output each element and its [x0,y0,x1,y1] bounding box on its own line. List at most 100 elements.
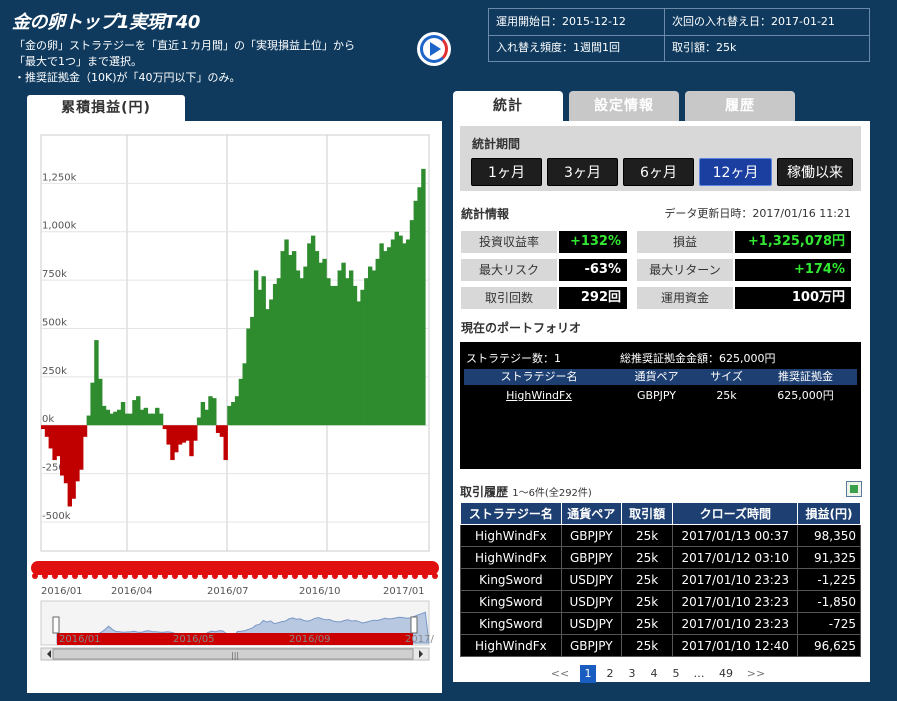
play-refresh-icon[interactable] [417,32,451,66]
table-row: HighWindFx GBPJPY 25k 2017/01/13 00:37 98,35… [460,524,861,547]
pl-bar [242,363,247,426]
trade-marker [32,573,38,579]
col-pl: 損益(円) [797,502,861,525]
trade-marker [302,573,308,579]
period-12m-button[interactable]: 12ヶ月 [699,158,772,186]
period-6m-button[interactable]: 6ヶ月 [623,158,694,186]
close-time-cell: 2017/01/10 12:40 [672,634,799,657]
period-1m-button[interactable]: 1ヶ月 [471,158,542,186]
pl-bar [413,200,418,426]
max-return-value: +174% [735,259,851,281]
y-tick-label: -500k [42,511,71,522]
pl-bar [417,187,422,426]
pager-page-3[interactable]: 3 [624,665,640,683]
pl-bar [322,258,327,426]
pl-bar [94,340,99,426]
pl-bar [117,409,122,426]
portfolio-box: ストラテジー数：1 総推奨証拠金金額：625,000円 ストラテジー名 通貨ペア… [460,342,861,469]
pl-bar [295,270,301,426]
trade-marker [212,573,218,579]
pair-cell: GBPJPY [636,389,677,402]
size-cell: 25k [620,546,674,569]
size-cell: 25k [716,389,737,402]
pl-bar [166,425,171,445]
total-margin: 総推奨証拠金金額：625,000円 [620,352,776,365]
trade-marker [282,573,288,579]
pl-bar [398,235,403,426]
table-header-row: ストラテジー名 通貨ペア 取引額 クローズ時間 損益(円) [460,502,861,525]
pl-bar [212,398,217,426]
pager-page-1[interactable]: 1 [580,665,596,683]
pager-next[interactable]: >> [745,665,767,683]
pl-bar [158,413,164,426]
x-tick-label: 2016/01 [41,586,83,597]
trade-marker [342,573,348,579]
pl-bar [352,285,358,426]
pl-bar [371,270,377,426]
table-row: KingSword USDJPY 25k 2017/01/10 23:23 -1,850 [460,590,861,613]
trade-marker [82,573,88,579]
tab-settings[interactable]: 設定情報 [569,91,679,121]
next-swap-date: 次回の入れ替え日：2017-01-21 [672,15,835,28]
pager-page-2[interactable]: 2 [602,665,618,683]
x-tick-label: 2016/10 [299,586,341,597]
pager-last[interactable]: 49 [715,665,737,683]
trade-marker [72,573,78,579]
start-date: 運用開始日：2015-12-12 [496,15,626,28]
excel-export-icon[interactable] [846,481,862,497]
pl-bar [200,402,206,426]
pager-page-5[interactable]: 5 [668,665,684,683]
portfolio-row: HighWindFx GBPJPY 25k 625,000円 [464,388,857,404]
max-risk-label: 最大リスク [461,259,557,281]
trade-marker [262,573,268,579]
max-return-label: 最大リターン [637,259,733,281]
pl-bar [82,425,88,437]
col-size: サイズ [710,370,743,383]
trade-marker [292,573,298,579]
pl-label: 損益 [637,231,733,253]
col-size: 取引額 [620,502,674,525]
cumulative-pl-panel: 1,250k 1,000k 750k 500k 250k 0k -250k -500k 2016… [27,121,442,693]
pager-page-4[interactable]: 4 [646,665,662,683]
swap-frequency: 入れ替え頻度：1週間1回 [496,41,620,54]
strategy-link[interactable]: HighWindFx [464,388,614,404]
pl-bar [113,411,118,426]
margin-cell: 625,000円 [777,389,834,402]
period-all-button[interactable]: 稼働以来 [777,158,853,186]
strategy-cell: KingSword [460,590,562,613]
pair-cell: USDJPY [560,568,622,591]
size-cell: 25k [620,568,674,591]
navigator-label: 2017/ [405,634,434,645]
trade-marker [392,573,398,579]
stats-panel: 統計期間 1ヶ月 3ヶ月 6ヶ月 12ヶ月 稼働以来 統計情報 データ更新日時：… [453,121,870,683]
pl-bar [128,413,133,426]
pair-cell: GBPJPY [560,634,622,657]
col-pair: 通貨ペア [634,370,679,383]
x-tick-label: 2016/07 [207,586,249,597]
trade-count-label: 取引回数 [461,287,557,309]
tab-history[interactable]: 履歴 [685,91,795,121]
pl-bar [337,270,342,426]
trade-marker [432,573,438,579]
table-row: HighWindFx GBPJPY 25k 2017/01/12 03:10 91,32… [460,546,861,569]
tab-cumulative-pl[interactable]: 累積損益(円) [27,95,185,121]
tab-stats[interactable]: 統計 [453,91,563,121]
pager-prev[interactable]: << [549,665,571,683]
pl-bar [261,276,266,426]
pl-bar [390,239,396,426]
navigator-label: 2016/09 [289,634,331,645]
pl-bar [310,235,316,426]
pl-bar [174,425,179,453]
trade-marker [222,573,228,579]
x-tick-label: 2017/01 [383,586,425,597]
pl-bar [326,278,331,426]
pl-bar [276,278,282,426]
pl-bar [98,378,103,426]
schedule-info-box: 運用開始日：2015-12-12 次回の入れ替え日：2017-01-21 入れ替… [488,8,870,62]
pl-bar [181,425,187,443]
trade-marker [122,573,128,579]
period-3m-button[interactable]: 3ヶ月 [547,158,618,186]
pl-bar [90,382,95,426]
trade-marker [352,573,358,579]
pl-bar [405,239,411,426]
